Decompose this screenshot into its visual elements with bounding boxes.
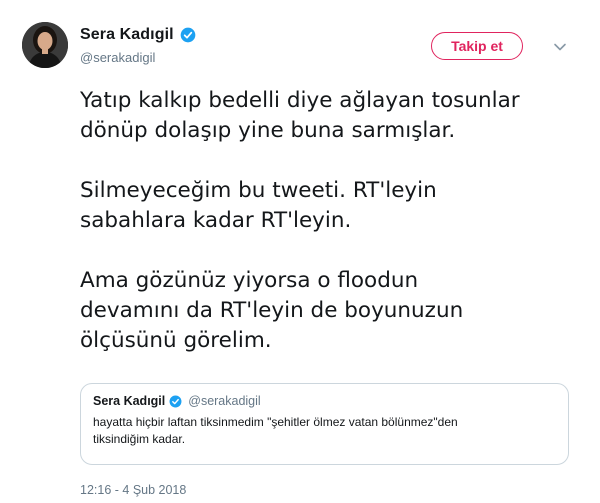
- quoted-author-row: Sera Kadıgil @serakadigil: [93, 394, 556, 408]
- author-block: Sera Kadıgil @serakadigil: [80, 26, 196, 65]
- author-name-row: Sera Kadıgil: [80, 26, 196, 44]
- verified-badge-icon: [169, 395, 182, 407]
- tweet-paragraph: Ama gözünüz yiyorsa o floodun devamını d…: [80, 266, 580, 356]
- quoted-tweet[interactable]: Sera Kadıgil @serakadigil hayatta hiçbir…: [80, 383, 569, 465]
- follow-button[interactable]: Takip et: [431, 32, 523, 60]
- tweet-line: dönüp dolaşıp yine buna sarmışlar.: [80, 118, 456, 143]
- quoted-tweet-line: tiksindiğim kadar.: [93, 432, 186, 446]
- avatar[interactable]: [22, 22, 68, 68]
- tweet-paragraph: Yatıp kalkıp bedelli diye ağlayan tosunl…: [80, 86, 580, 146]
- chevron-down-icon[interactable]: [553, 40, 567, 54]
- tweet-line: ölçüsünü görelim.: [80, 328, 272, 353]
- verified-badge-icon: [180, 27, 196, 43]
- quoted-author-handle: @serakadigil: [188, 394, 261, 408]
- author-display-name[interactable]: Sera Kadıgil: [80, 26, 174, 44]
- tweet-line: devamını da RT'leyin de boyunuzun: [80, 298, 464, 323]
- tweet-line: Yatıp kalkıp bedelli diye ağlayan tosunl…: [80, 88, 520, 113]
- tweet-text: Yatıp kalkıp bedelli diye ağlayan tosunl…: [80, 86, 580, 356]
- tweet-line: Silmeyeceğim bu tweeti. RT'leyin: [80, 178, 437, 203]
- quoted-tweet-line: hayatta hiçbir laftan tiksinmedim "şehit…: [93, 415, 458, 429]
- tweet-line: Ama gözünüz yiyorsa o floodun: [80, 268, 419, 293]
- tweet-timestamp[interactable]: 12:16 - 4 Şub 2018: [80, 483, 186, 497]
- tweet-line: sabahlara kadar RT'leyin.: [80, 208, 352, 233]
- tweet-paragraph: Silmeyeceğim bu tweeti. RT'leyin sabahla…: [80, 176, 580, 236]
- tweet-card: Sera Kadıgil @serakadigil Takip et Yatıp…: [0, 0, 600, 503]
- quoted-author-name: Sera Kadıgil: [93, 394, 166, 408]
- author-handle[interactable]: @serakadigil: [80, 50, 196, 65]
- quoted-tweet-text: hayatta hiçbir laftan tiksinmedim "şehit…: [93, 414, 556, 448]
